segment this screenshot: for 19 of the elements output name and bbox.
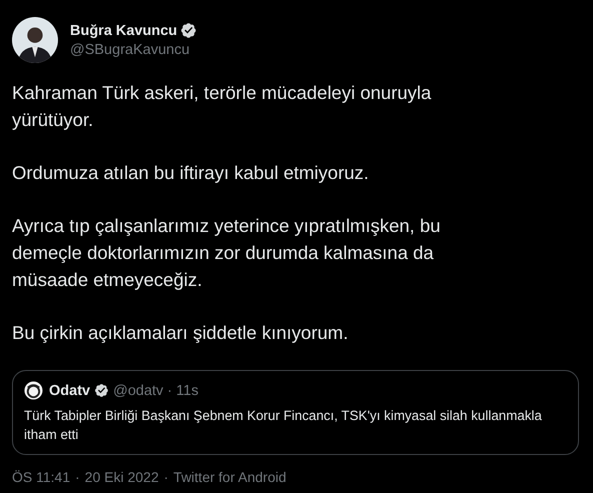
tweet-source[interactable]: Twitter for Android — [173, 469, 286, 485]
author-name[interactable]: Buğra Kavuncu — [70, 22, 178, 38]
tweet-time[interactable]: ÖS 11:41 — [12, 469, 70, 485]
tweet-text: Ordumuza atılan bu iftirayı kabul etmiyoruz. — [12, 161, 370, 185]
separator-dot: · — [167, 382, 172, 398]
tweet-text: Ayrıca tıp çalışanlarımız yeterince yıpratılmışken, bu demeçle doktorlarımızın zor durumda kalmasına da müsaade etmeyeceğiz. — [12, 214, 442, 292]
quoted-time[interactable]: 11s — [176, 382, 198, 398]
tweet-text: Kahraman Türk askeri, terörle mücadeleyi onuruyla yürütüyor. — [12, 81, 432, 132]
quoted-tweet[interactable]: Odatv @odatv · 11s Türk Tabipler Birliği Başkanı Şebnem Korur Fincancı, TSK'yı kimyasal silah kullanmakla itham etti — [12, 370, 579, 455]
author-handle[interactable]: @SBugraKavuncu — [70, 42, 198, 58]
tweet-text: Bu çirkin açıklamaları şiddetle kınıyorum. — [12, 321, 350, 345]
separator-dot: · — [75, 469, 80, 485]
quoted-text: Türk Tabipler Birliği Başkanı Şebnem Korur Fincancı, TSK'yı kimyasal silah kullanmakla itham etti — [24, 407, 543, 444]
quoted-author-name[interactable]: Odatv — [49, 382, 90, 398]
avatar — [24, 381, 43, 400]
tweet-date[interactable]: 20 Eki 2022 — [84, 469, 159, 485]
separator-dot: · — [164, 469, 168, 485]
avatar[interactable] — [12, 17, 58, 63]
quoted-author-handle[interactable]: @odatv — [113, 382, 164, 398]
